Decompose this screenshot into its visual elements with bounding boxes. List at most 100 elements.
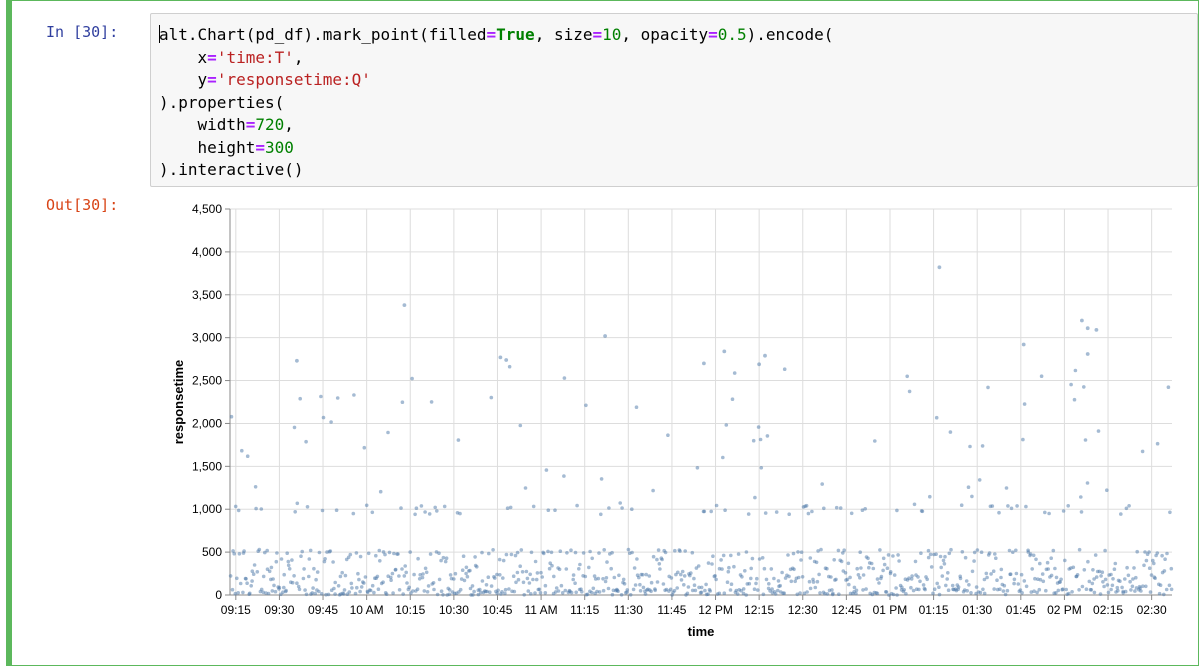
data-point <box>938 554 943 559</box>
data-point <box>558 549 563 553</box>
data-point <box>414 506 419 511</box>
data-point <box>284 588 288 593</box>
data-point <box>350 586 354 590</box>
data-point <box>557 567 562 572</box>
data-point <box>401 592 405 596</box>
data-point <box>918 579 922 584</box>
data-point <box>609 566 613 571</box>
code-input-area[interactable]: alt.Chart(pd_df).mark_point(filled=True,… <box>150 13 1198 187</box>
data-point <box>829 575 833 579</box>
outlier-point <box>1094 328 1099 332</box>
data-point <box>637 575 641 580</box>
data-point <box>1037 587 1042 592</box>
data-point <box>770 587 774 591</box>
data-point <box>713 574 717 578</box>
data-point <box>751 438 756 443</box>
data-point <box>808 586 813 591</box>
data-point <box>958 576 963 581</box>
data-point <box>778 583 782 588</box>
data-point <box>431 581 436 585</box>
data-point <box>669 576 674 580</box>
data-point <box>498 573 502 577</box>
data-point <box>1116 588 1120 593</box>
scatter-chart[interactable]: 0 500 1,000 1,500 2,000 2,500 3,000 3,500 4,000 4… <box>160 197 1190 657</box>
data-point <box>1111 577 1115 581</box>
data-point <box>389 578 393 582</box>
data-point <box>1044 588 1048 593</box>
data-point <box>732 371 737 375</box>
data-point <box>729 582 734 586</box>
data-point <box>252 563 257 567</box>
data-point <box>858 550 862 554</box>
data-point <box>649 589 653 594</box>
data-point <box>496 588 500 593</box>
data-point <box>632 566 637 570</box>
code-token: 300 <box>264 137 294 157</box>
data-point <box>387 550 392 555</box>
data-point <box>255 570 260 574</box>
outlier-point <box>1085 352 1090 356</box>
data-point <box>721 455 725 460</box>
data-point <box>229 414 234 419</box>
data-point <box>241 590 245 595</box>
data-point <box>271 577 275 581</box>
data-point <box>1079 495 1083 499</box>
data-point <box>575 503 579 508</box>
data-point <box>422 589 427 593</box>
code-editor[interactable]: alt.Chart(pd_df).mark_point(filled=True,… <box>159 24 833 182</box>
outlier-point <box>722 349 727 354</box>
data-point <box>547 566 552 571</box>
data-point <box>596 576 601 581</box>
data-point <box>796 575 801 580</box>
data-point <box>756 588 760 592</box>
data-point <box>858 576 862 580</box>
data-point <box>963 555 968 560</box>
data-point <box>1164 587 1169 592</box>
x-tick-label: 01 PM <box>873 603 908 617</box>
data-point <box>689 571 693 575</box>
data-point <box>1019 572 1024 577</box>
data-point <box>531 577 535 582</box>
data-point <box>714 503 719 508</box>
data-point <box>270 589 275 593</box>
data-point <box>730 397 735 401</box>
data-point <box>458 511 462 516</box>
data-point <box>320 592 324 596</box>
data-point <box>879 574 884 579</box>
data-point <box>825 566 829 571</box>
y-tick-label: 3,000 <box>192 331 222 345</box>
data-point <box>825 592 830 596</box>
data-point <box>640 572 645 577</box>
data-point <box>782 591 786 595</box>
data-point <box>425 590 430 594</box>
data-point <box>511 574 516 578</box>
data-point <box>990 504 995 508</box>
code-token: 'responsetime:Q' <box>216 70 371 89</box>
data-point <box>1106 590 1111 595</box>
data-point <box>813 585 818 590</box>
data-point <box>1020 591 1024 595</box>
data-point <box>320 508 325 513</box>
data-point <box>1157 591 1162 596</box>
data-point <box>723 508 727 512</box>
x-tick-label: 01:45 <box>1006 603 1036 617</box>
data-point <box>967 583 971 587</box>
data-point <box>960 550 965 554</box>
data-point <box>692 583 697 587</box>
data-point <box>859 566 863 570</box>
data-point <box>405 581 409 585</box>
data-point <box>315 570 320 574</box>
notebook-cell[interactable]: In [30]: alt.Chart(pd_df).mark_point(fil… <box>6 0 1199 666</box>
data-point <box>377 548 382 553</box>
data-point <box>897 559 901 563</box>
data-point <box>525 576 530 581</box>
data-point <box>447 592 452 597</box>
data-point <box>658 567 662 571</box>
data-point <box>804 503 809 508</box>
data-point <box>489 395 494 400</box>
data-point <box>634 405 639 409</box>
data-point <box>895 593 899 597</box>
data-point <box>686 585 691 589</box>
data-point <box>975 548 980 552</box>
data-point <box>1030 567 1034 571</box>
